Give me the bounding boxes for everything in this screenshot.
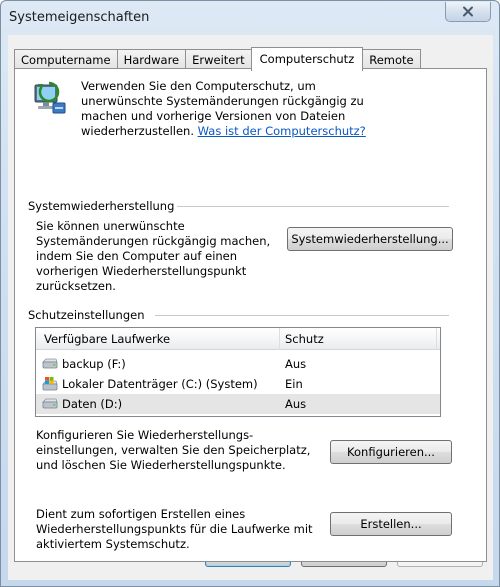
title-bar[interactable]: Systemeigenschaften: [1, 1, 499, 35]
restore-group-divider: [177, 206, 449, 207]
configure-button[interactable]: Konfigurieren...: [330, 440, 452, 464]
tab-computername[interactable]: Computername: [14, 49, 118, 70]
drive-row-backup[interactable]: backup (F:) Aus: [36, 354, 440, 374]
column-header-protection[interactable]: Schutz: [285, 332, 324, 346]
system-protection-icon: [34, 81, 66, 114]
configure-description: Konfigurieren Sie Wiederherstellungs- ei…: [36, 428, 311, 472]
drive-protection-status: Ein: [285, 377, 303, 391]
drive-row-daten[interactable]: Daten (D:) Aus: [36, 394, 440, 414]
restore-group-title: Systemwiederherstellung: [28, 199, 175, 213]
close-icon: [463, 6, 473, 17]
create-description: Dient zum sofortigen Erstellen eines Wie…: [36, 507, 313, 551]
window-title: Systemeigenschaften: [9, 10, 150, 25]
tab-computerschutz[interactable]: Computerschutz: [250, 47, 364, 71]
drives-list-header: Verfügbare Laufwerke Schutz: [36, 328, 440, 350]
what-is-computer-protection-link[interactable]: Was ist der Computerschutz?: [198, 124, 366, 138]
drives-list[interactable]: Verfügbare Laufwerke Schutz backup (F:) …: [35, 327, 441, 417]
system-drive-icon: [42, 377, 58, 391]
system-restore-button[interactable]: Systemwiederherstellung...: [287, 227, 453, 251]
tab-remote[interactable]: Remote: [362, 49, 421, 70]
column-header-drives[interactable]: Verfügbare Laufwerke: [44, 332, 170, 346]
intro-description: Verwenden Sie den Computerschutz, um une…: [81, 79, 401, 139]
protection-group-title: Schutzeinstellungen: [28, 308, 145, 322]
drive-row-system[interactable]: Lokaler Datenträger (C:) (System) Ein: [36, 374, 440, 394]
drive-protection-status: Aus: [285, 397, 307, 411]
create-button[interactable]: Erstellen...: [330, 512, 452, 536]
drive-name: Daten (D:): [62, 397, 123, 411]
close-button[interactable]: [445, 2, 491, 22]
tab-hardware[interactable]: Hardware: [116, 49, 187, 70]
restore-description: Sie können unerwünschte Systemänderungen…: [36, 219, 271, 293]
drive-protection-status: Aus: [285, 357, 307, 371]
dialog-body: Computername Hardware Erweitert Computer…: [8, 35, 493, 580]
column-separator[interactable]: [279, 328, 280, 350]
drive-icon: [42, 398, 58, 409]
system-properties-window: Systemeigenschaften Computername Hardwar…: [0, 0, 500, 587]
tab-strip: Computername Hardware Erweitert Computer…: [14, 47, 421, 71]
column-separator[interactable]: [436, 328, 437, 350]
drive-icon: [42, 358, 58, 369]
protection-group-divider: [155, 315, 449, 316]
drive-name: backup (F:): [62, 357, 126, 371]
tab-erweitert[interactable]: Erweitert: [185, 49, 252, 70]
drive-name: Lokaler Datenträger (C:) (System): [62, 377, 258, 391]
computerschutz-panel: Verwenden Sie den Computerschutz, um une…: [14, 68, 487, 562]
